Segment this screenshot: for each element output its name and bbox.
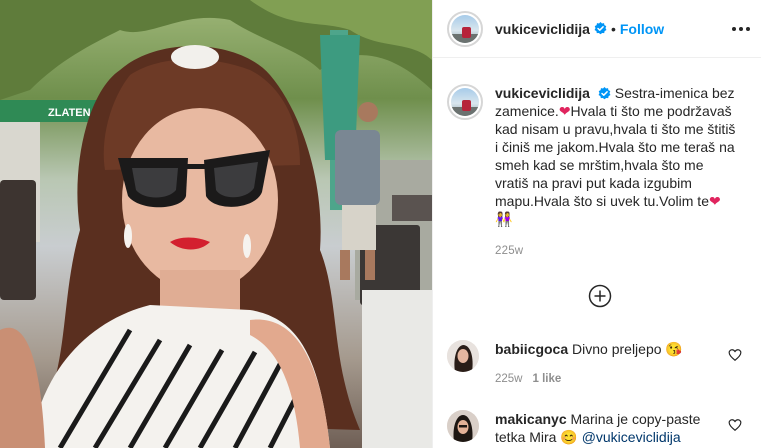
like-heart-icon[interactable] bbox=[728, 418, 742, 432]
comment-mention[interactable]: @vukiceviclidija bbox=[582, 429, 681, 445]
verified-badge-icon bbox=[594, 22, 607, 35]
caption-username[interactable]: vukiceviclidija bbox=[495, 85, 590, 101]
comment-username[interactable]: babiicgoca bbox=[495, 341, 568, 357]
comment-likes[interactable]: 1 like bbox=[533, 373, 562, 385]
heart-emoji-2: ❤ bbox=[709, 193, 721, 209]
smile-emoji: 😊 bbox=[560, 429, 578, 445]
post-photo[interactable]: ZLATEN bbox=[0, 0, 432, 448]
sisters-emoji: 👭 bbox=[495, 211, 513, 227]
commenter-avatar[interactable] bbox=[447, 340, 479, 372]
more-options-icon[interactable] bbox=[732, 20, 750, 38]
heart-emoji: ❤ bbox=[558, 103, 571, 119]
comment-meta: 225w 1 like bbox=[495, 370, 721, 388]
post-caption: vukiceviclidija Sestra-imenica bez zamen… bbox=[447, 84, 752, 260]
verified-badge-icon bbox=[598, 87, 611, 100]
awning-sign-text: ZLATEN bbox=[48, 107, 91, 119]
comment-text: Divno preljepo bbox=[572, 341, 662, 357]
comment-body: makicanyc Marina je copy-paste tetka Mir… bbox=[495, 410, 721, 446]
post-details-panel: vukiceviclidija • Follow vukiceviclidija… bbox=[432, 0, 761, 448]
commenter-avatar[interactable] bbox=[447, 410, 479, 442]
post-header: vukiceviclidija • Follow bbox=[433, 0, 761, 58]
comment-username[interactable]: makicanyc bbox=[495, 411, 567, 427]
photo-illustration: ZLATEN bbox=[0, 0, 432, 448]
separator-dot: • bbox=[610, 20, 616, 37]
comment-body: babiicgoca Divno preljepo 😘 225w 1 like bbox=[495, 340, 721, 388]
plus-circle-icon[interactable] bbox=[588, 284, 612, 308]
author-username[interactable]: vukiceviclidija bbox=[495, 21, 590, 37]
caption-author-avatar[interactable] bbox=[447, 84, 483, 120]
kiss-emoji: 😘 bbox=[665, 341, 683, 357]
author-avatar[interactable] bbox=[447, 10, 483, 47]
comment-age[interactable]: 225w bbox=[495, 373, 523, 385]
comment-item: makicanyc Marina je copy-paste tetka Mir… bbox=[447, 410, 752, 446]
post-age[interactable]: 225w bbox=[495, 242, 739, 260]
comment-item: babiicgoca Divno preljepo 😘 225w 1 like bbox=[447, 340, 752, 388]
caption-text: vukiceviclidija Sestra-imenica bez zamen… bbox=[495, 84, 739, 260]
like-heart-icon[interactable] bbox=[728, 348, 742, 362]
follow-button[interactable]: Follow bbox=[620, 21, 664, 37]
